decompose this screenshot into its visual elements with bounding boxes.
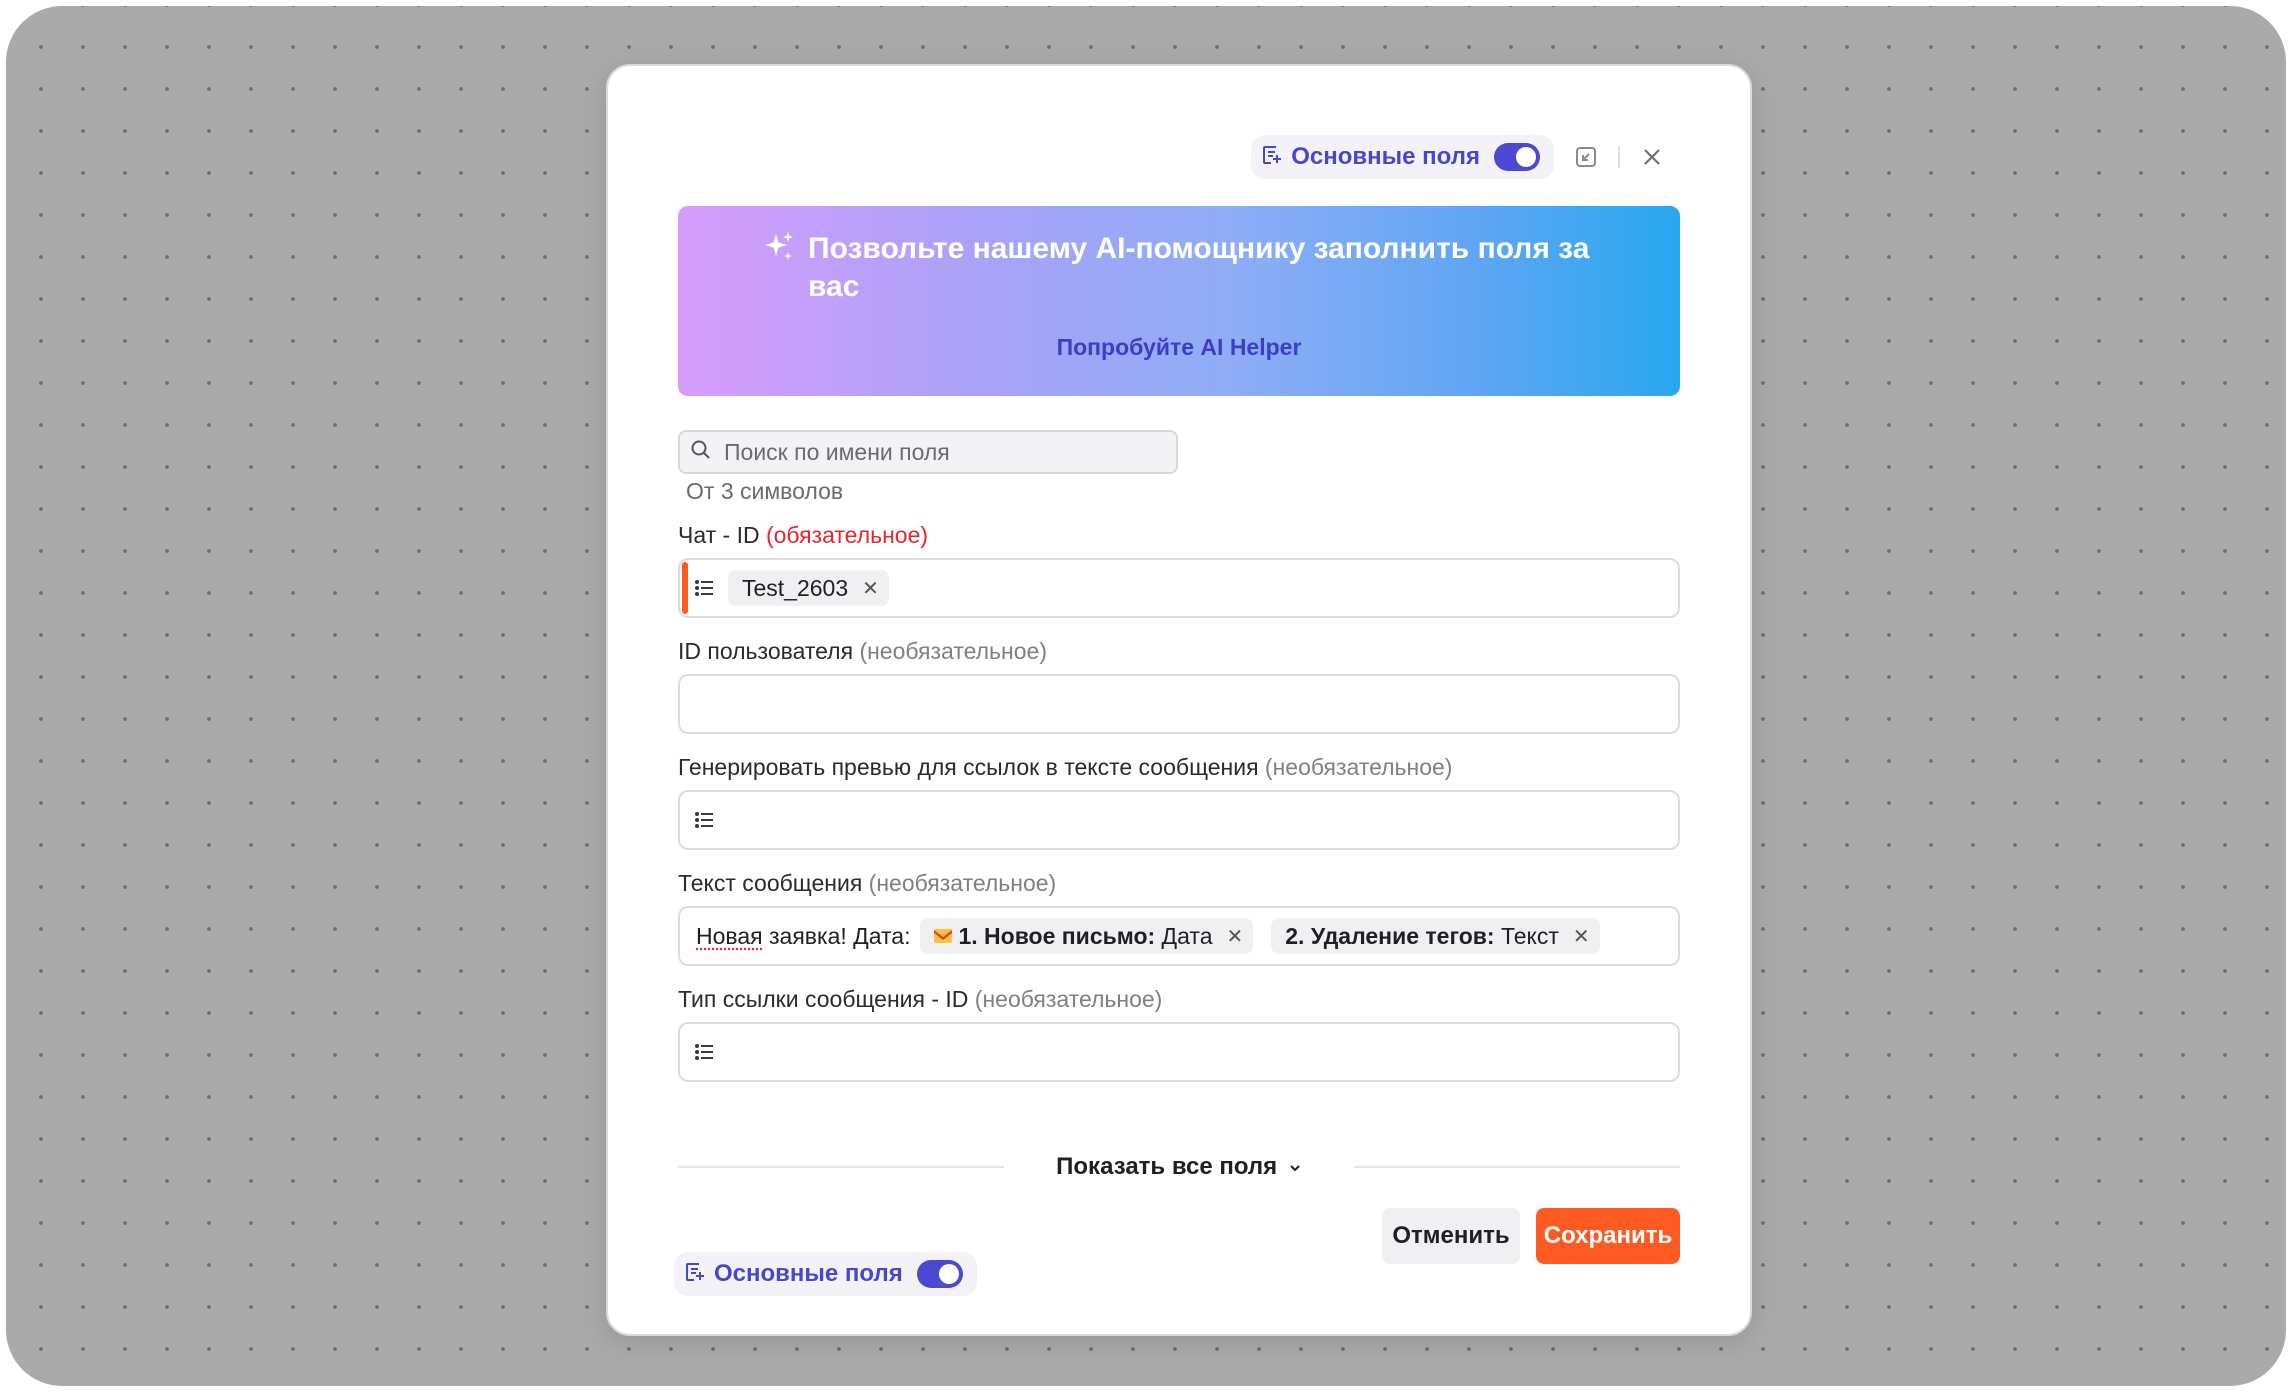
remove-chip-icon[interactable]: ✕ bbox=[1573, 924, 1590, 949]
toggle-switch[interactable] bbox=[916, 1260, 963, 1288]
show-all-fields-button[interactable]: Показать все поля bbox=[608, 1153, 1750, 1182]
optional-qualifier: (необязательное) bbox=[1264, 754, 1453, 780]
list-icon[interactable] bbox=[694, 1041, 716, 1063]
main-fields-toggle[interactable]: Основные поля bbox=[1251, 135, 1554, 179]
footer-main-fields-label: Основные поля bbox=[714, 1260, 903, 1287]
main-fields-toggle-label: Основные поля bbox=[1291, 143, 1480, 170]
field-label-link-preview: Генерировать превью для ссылок в тексте … bbox=[678, 754, 1452, 781]
variable-chip: 2. Удаление тегов: Текст ✕ bbox=[1271, 918, 1600, 954]
field-label-text: Чат - ID bbox=[678, 522, 760, 548]
chip-field-name: Дата bbox=[1155, 922, 1213, 949]
search-hint: От 3 символов bbox=[686, 478, 844, 504]
field-label-text: Тип ссылки сообщения - ID bbox=[678, 986, 969, 1012]
user-id-field[interactable] bbox=[678, 674, 1680, 734]
value-chip: Test_2603 ✕ bbox=[728, 570, 889, 606]
collapse-icon[interactable] bbox=[1568, 139, 1604, 175]
footer-main-fields-toggle[interactable]: Основные поля bbox=[674, 1252, 977, 1296]
chip-field-name: Текст bbox=[1494, 922, 1559, 949]
remove-chip-icon[interactable]: ✕ bbox=[862, 576, 879, 601]
field-label-text: Генерировать превью для ссылок в тексте … bbox=[678, 754, 1259, 780]
list-icon[interactable] bbox=[694, 809, 716, 831]
field-label-link-type: Тип ссылки сообщения - ID (необязательно… bbox=[678, 986, 1162, 1013]
form-edit-icon bbox=[684, 1261, 706, 1288]
ai-banner-title: Позвольте нашему AI-помощнику заполнить … bbox=[808, 232, 1590, 303]
toggle-switch[interactable] bbox=[1494, 143, 1540, 171]
chat-id-field[interactable]: Test_2603 ✕ bbox=[678, 558, 1680, 618]
field-search bbox=[678, 430, 1178, 474]
search-input[interactable] bbox=[724, 438, 1144, 466]
link-preview-field[interactable] bbox=[678, 790, 1680, 850]
field-label-text: ID пользователя bbox=[678, 638, 854, 664]
message-text-rest: заявка! Дата: bbox=[762, 922, 911, 949]
modal-header-controls: Основные поля bbox=[1251, 134, 1670, 180]
field-settings-modal: Основные поля Позвольте нашему AI-помощн… bbox=[606, 64, 1752, 1336]
header-divider bbox=[1618, 146, 1620, 168]
message-text-field[interactable]: Новая заявка! Дата: 1. Новое письмо: Дат… bbox=[678, 906, 1680, 966]
chip-step-name: 2. Удаление тегов: bbox=[1285, 922, 1495, 949]
required-qualifier: (обязательное) bbox=[765, 522, 929, 548]
optional-qualifier: (необязательное) bbox=[868, 870, 1057, 896]
remove-chip-icon[interactable]: ✕ bbox=[1227, 924, 1244, 949]
spellcheck-word: Новая bbox=[696, 922, 763, 949]
message-text-prefix: Новая заявка! Дата: bbox=[696, 923, 910, 950]
optional-qualifier: (необязательное) bbox=[859, 638, 1047, 664]
field-label-user-id: ID пользователя (необязательное) bbox=[678, 638, 1047, 665]
sparkle-icon bbox=[762, 230, 796, 269]
search-icon bbox=[690, 439, 712, 466]
variable-chip: 1. Новое письмо: Дата ✕ bbox=[920, 918, 1254, 954]
ai-helper-banner: Позвольте нашему AI-помощнику заполнить … bbox=[678, 206, 1680, 396]
field-label-message-text: Текст сообщения (необязательное) bbox=[678, 870, 1056, 897]
field-label-chat-id: Чат - ID (обязательное) bbox=[678, 522, 928, 549]
optional-qualifier: (необязательное) bbox=[974, 986, 1163, 1012]
gmail-icon bbox=[934, 929, 953, 943]
form-edit-icon bbox=[1261, 144, 1283, 171]
close-icon[interactable] bbox=[1634, 139, 1670, 175]
chip-text: Test_2603 bbox=[742, 574, 849, 601]
chevron-down-icon bbox=[1288, 1154, 1302, 1182]
show-all-fields-label: Показать все поля bbox=[1056, 1153, 1278, 1180]
field-label-text: Текст сообщения bbox=[678, 870, 863, 896]
save-button[interactable]: Сохранить bbox=[1536, 1208, 1680, 1264]
list-icon[interactable] bbox=[694, 577, 716, 599]
background-canvas: Основные поля Позвольте нашему AI-помощн… bbox=[6, 6, 2286, 1386]
try-ai-helper-link[interactable]: Попробуйте AI Helper bbox=[678, 334, 1680, 361]
chip-step-name: 1. Новое письмо: bbox=[958, 922, 1156, 949]
link-type-field[interactable] bbox=[678, 1022, 1680, 1082]
cancel-button[interactable]: Отменить bbox=[1382, 1208, 1520, 1264]
